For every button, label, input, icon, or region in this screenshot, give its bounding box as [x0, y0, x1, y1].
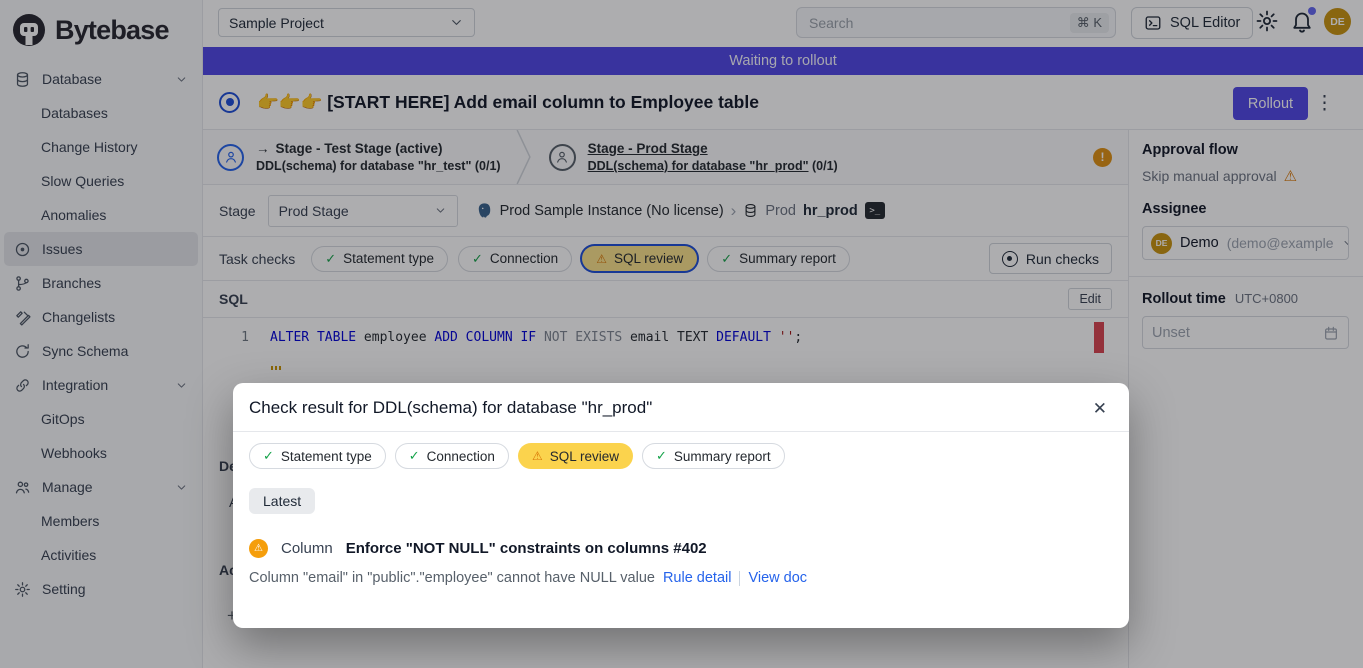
check-result-row: ⚠ Column Enforce "NOT NULL" constraints …	[249, 539, 1113, 558]
tab-statement-type[interactable]: ✓ Statement type	[249, 443, 386, 469]
bytebase-app: Bytebase Database Databases Change Histo…	[0, 0, 1363, 668]
result-rule-title: Enforce "NOT NULL" constraints on column…	[346, 540, 707, 557]
modal-check-tabs: ✓ Statement type ✓ Connection ⚠ SQL revi…	[233, 432, 1129, 469]
check-result-modal: Check result for DDL(schema) for databas…	[233, 383, 1129, 628]
check-result-detail: Column "email" in "public"."employee" ca…	[249, 570, 1113, 586]
modal-title: Check result for DDL(schema) for databas…	[249, 398, 652, 418]
latest-badge: Latest	[249, 488, 315, 514]
warning-circle-icon: ⚠	[249, 539, 268, 558]
warning-triangle-icon: ⚠	[532, 449, 543, 463]
check-pass-icon: ✓	[263, 448, 274, 464]
divider	[739, 571, 740, 586]
view-doc-link[interactable]: View doc	[748, 570, 807, 586]
result-category: Column	[281, 540, 333, 557]
tab-summary-report[interactable]: ✓ Summary report	[642, 443, 785, 469]
tab-sql-review[interactable]: ⚠ SQL review	[518, 443, 633, 469]
result-detail-text: Column "email" in "public"."employee" ca…	[249, 570, 655, 586]
modal-header: Check result for DDL(schema) for databas…	[233, 383, 1129, 432]
rule-detail-link[interactable]: Rule detail	[663, 570, 732, 586]
tab-connection[interactable]: ✓ Connection	[395, 443, 509, 469]
close-icon[interactable]: ✕	[1093, 400, 1107, 417]
check-pass-icon: ✓	[656, 448, 667, 464]
check-pass-icon: ✓	[409, 448, 420, 464]
